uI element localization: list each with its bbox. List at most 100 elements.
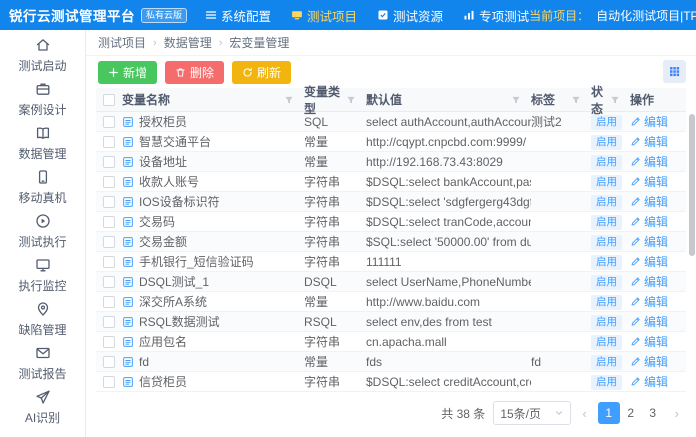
row-icon[interactable] [122,216,134,228]
row-checkbox[interactable] [103,236,115,248]
variable-type: RSQL [304,315,366,329]
variable-name: DSQL测试_1 [139,273,209,290]
edit-button[interactable]: 编辑 [630,273,668,290]
row-checkbox[interactable] [103,296,115,308]
page-button-2[interactable]: 2 [620,402,642,424]
row-icon[interactable] [122,116,134,128]
sidebar-item-7[interactable]: 缺陷管理 [0,301,85,345]
breadcrumb-item-3[interactable]: 宏变量管理 [229,34,289,51]
row-checkbox[interactable] [103,176,115,188]
sidebar-item-label: 移动真机 [18,189,66,206]
row-icon[interactable] [122,356,134,368]
row-icon[interactable] [122,236,134,248]
default-value: select authAccount,authAccountpswd from … [366,115,531,129]
row-icon[interactable] [122,276,134,288]
row-icon[interactable] [122,176,134,188]
status-badge[interactable]: 启用 [591,135,622,150]
edit-button[interactable]: 编辑 [630,173,668,190]
select-all-checkbox[interactable] [103,94,115,106]
row-checkbox[interactable] [103,136,115,148]
table-scrollbar[interactable] [689,114,695,256]
status-badge[interactable]: 启用 [591,255,622,270]
screen-icon [35,257,51,273]
row-checkbox[interactable] [103,336,115,348]
edit-button[interactable]: 编辑 [630,293,668,310]
status-badge[interactable]: 启用 [591,355,622,370]
edit-button[interactable]: 编辑 [630,353,668,370]
nav-item-1[interactable]: 系统配置 [205,6,271,25]
delete-button[interactable]: 删除 [165,61,224,84]
row-checkbox[interactable] [103,116,115,128]
page-button-1[interactable]: 1 [598,402,620,424]
row-icon[interactable] [122,196,134,208]
row-checkbox[interactable] [103,276,115,288]
row-checkbox[interactable] [103,216,115,228]
row-icon[interactable] [122,156,134,168]
row-icon[interactable] [122,376,134,388]
page-size-select[interactable]: 15条/页 [493,401,571,425]
edit-button[interactable]: 编辑 [630,333,668,350]
filter-icon[interactable] [284,95,294,105]
default-value: cn.apacha.mall [366,335,531,349]
nav-item-4[interactable]: 专项测试 [463,6,529,25]
row-checkbox[interactable] [103,376,115,388]
row-icon[interactable] [122,136,134,148]
filter-icon[interactable] [571,95,581,105]
status-badge[interactable]: 启用 [591,215,622,230]
row-icon[interactable] [122,336,134,348]
status-badge[interactable]: 启用 [591,315,622,330]
status-badge[interactable]: 启用 [591,335,622,350]
row-icon[interactable] [122,296,134,308]
filter-icon[interactable] [346,95,356,105]
status-badge[interactable]: 启用 [591,195,622,210]
sidebar-item-9[interactable]: AI识别 [0,389,85,433]
status-badge[interactable]: 启用 [591,275,622,290]
edit-button[interactable]: 编辑 [630,133,668,150]
status-badge[interactable]: 启用 [591,115,622,130]
nav-item-3[interactable]: 测试资源 [377,6,443,25]
sidebar-item-3[interactable]: 数据管理 [0,125,85,169]
add-button[interactable]: 新增 [98,61,157,84]
status-cell: 启用 [591,274,630,290]
edit-button[interactable]: 编辑 [630,233,668,250]
row-checkbox[interactable] [103,156,115,168]
row-checkbox[interactable] [103,256,115,268]
status-badge[interactable]: 启用 [591,235,622,250]
table-row-13: fd常量fdsfd启用编辑 [96,352,686,372]
sidebar-item-8[interactable]: 测试报告 [0,345,85,389]
breadcrumb-item-1[interactable]: 测试项目 [98,34,146,51]
sidebar-item-1[interactable]: 测试启动 [0,37,85,81]
edit-button[interactable]: 编辑 [630,213,668,230]
filter-icon[interactable] [511,95,521,105]
row-checkbox[interactable] [103,316,115,328]
row-checkbox[interactable] [103,196,115,208]
edit-button[interactable]: 编辑 [630,313,668,330]
status-badge[interactable]: 启用 [591,175,622,190]
table-row-1: 授权柜员SQLselect authAccount,authAccountpsw… [96,112,686,132]
sidebar-item-6[interactable]: 执行监控 [0,257,85,301]
next-page-button[interactable]: › [672,406,682,421]
filter-icon[interactable] [610,95,620,105]
row-icon[interactable] [122,256,134,268]
breadcrumb-item-2[interactable]: 数据管理 [164,34,212,51]
edit-button[interactable]: 编辑 [630,153,668,170]
prev-page-button[interactable]: ‹ [579,406,589,421]
sidebar-item-2[interactable]: 案例设计 [0,81,85,125]
edit-button[interactable]: 编辑 [630,253,668,270]
current-project-value[interactable]: 自动化测试项目|TP-1904- [596,7,696,24]
sidebar-item-5[interactable]: 测试执行 [0,213,85,257]
page-button-3[interactable]: 3 [642,402,664,424]
status-badge[interactable]: 启用 [591,295,622,310]
row-checkbox[interactable] [103,356,115,368]
refresh-button[interactable]: 刷新 [232,61,291,84]
refresh-button-label: 刷新 [257,64,281,81]
status-badge[interactable]: 启用 [591,155,622,170]
sidebar-item-4[interactable]: 移动真机 [0,169,85,213]
column-settings-button[interactable] [663,60,686,83]
nav-item-2[interactable]: 测试项目 [291,6,357,25]
row-icon[interactable] [122,316,134,328]
edit-button[interactable]: 编辑 [630,113,668,130]
edit-button[interactable]: 编辑 [630,373,668,390]
status-badge[interactable]: 启用 [591,375,622,390]
edit-button[interactable]: 编辑 [630,193,668,210]
